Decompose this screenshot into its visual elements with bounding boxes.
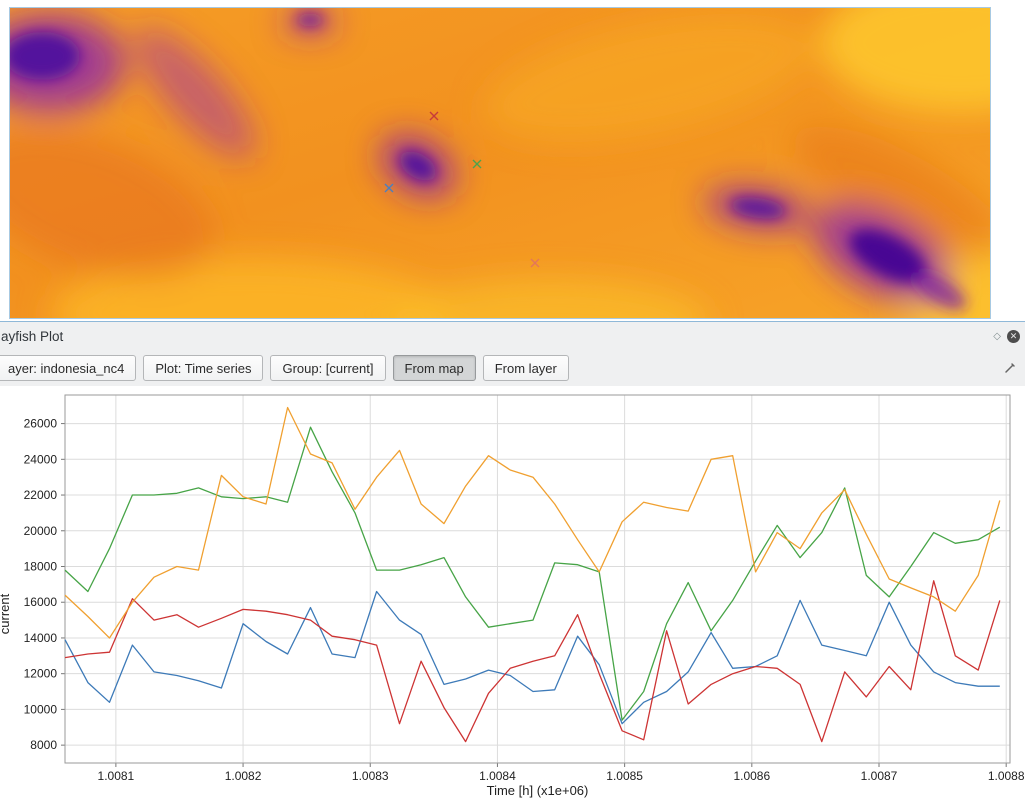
screen: { "panel": { "title": "ayfish Plot", "fl… bbox=[0, 0, 1025, 800]
y-axis-title: current bbox=[0, 593, 12, 634]
panel-title: ayfish Plot bbox=[1, 329, 63, 344]
y-tick-label: 26000 bbox=[24, 417, 58, 431]
from-map-button[interactable]: From map bbox=[393, 355, 476, 381]
plot-toolbar: ayer: indonesia_nc4 Plot: Time series Gr… bbox=[0, 350, 1025, 386]
layer-select-button[interactable]: ayer: indonesia_nc4 bbox=[0, 355, 136, 381]
y-tick-label: 22000 bbox=[24, 488, 58, 502]
pick-tool-icon[interactable] bbox=[1003, 361, 1025, 375]
x-tick-label: 1.0088 bbox=[988, 769, 1025, 783]
group-select-button[interactable]: Group: [current] bbox=[270, 355, 385, 381]
y-tick-label: 18000 bbox=[24, 559, 58, 573]
from-layer-button[interactable]: From layer bbox=[483, 355, 569, 381]
y-tick-label: 12000 bbox=[24, 667, 58, 681]
pen-icon bbox=[1003, 361, 1017, 375]
y-tick-label: 8000 bbox=[30, 738, 57, 752]
float-panel-icon[interactable]: ◇ bbox=[993, 331, 1001, 342]
raster-layer bbox=[10, 8, 990, 318]
x-tick-label: 1.0083 bbox=[352, 769, 389, 783]
x-tick-label: 1.0087 bbox=[861, 769, 898, 783]
x-tick-label: 1.0081 bbox=[98, 769, 135, 783]
y-tick-label: 10000 bbox=[24, 702, 58, 716]
x-tick-label: 1.0082 bbox=[225, 769, 262, 783]
map-view bbox=[0, 0, 1025, 322]
map-canvas[interactable] bbox=[9, 7, 991, 319]
y-tick-label: 16000 bbox=[24, 595, 58, 609]
plot-type-button[interactable]: Plot: Time series bbox=[143, 355, 263, 381]
panel-header-icons: ◇ ✕ bbox=[993, 330, 1025, 343]
series-blue-line bbox=[65, 592, 1000, 724]
y-tick-label: 20000 bbox=[24, 524, 58, 538]
plot-area: 8000 10000 12000 14000 16000 18000 20000 22000 2… bbox=[0, 386, 1025, 800]
plot-frame bbox=[65, 395, 1010, 763]
plot-panel-header: ayfish Plot ◇ ✕ bbox=[0, 322, 1025, 350]
series-orange-line bbox=[65, 408, 1000, 639]
x-tick-label: 1.0085 bbox=[606, 769, 643, 783]
y-tick-label: 24000 bbox=[24, 452, 58, 466]
timeseries-chart[interactable]: 8000 10000 12000 14000 16000 18000 20000 22000 2… bbox=[0, 386, 1025, 800]
series-green-line bbox=[65, 427, 1000, 720]
x-axis-title: Time [h] (x1e+06) bbox=[487, 783, 589, 798]
series-red-line bbox=[65, 581, 1000, 742]
y-tick-label: 14000 bbox=[24, 631, 58, 645]
x-tick-label: 1.0084 bbox=[479, 769, 516, 783]
close-panel-icon[interactable]: ✕ bbox=[1007, 330, 1020, 343]
x-tick-label: 1.0086 bbox=[733, 769, 770, 783]
